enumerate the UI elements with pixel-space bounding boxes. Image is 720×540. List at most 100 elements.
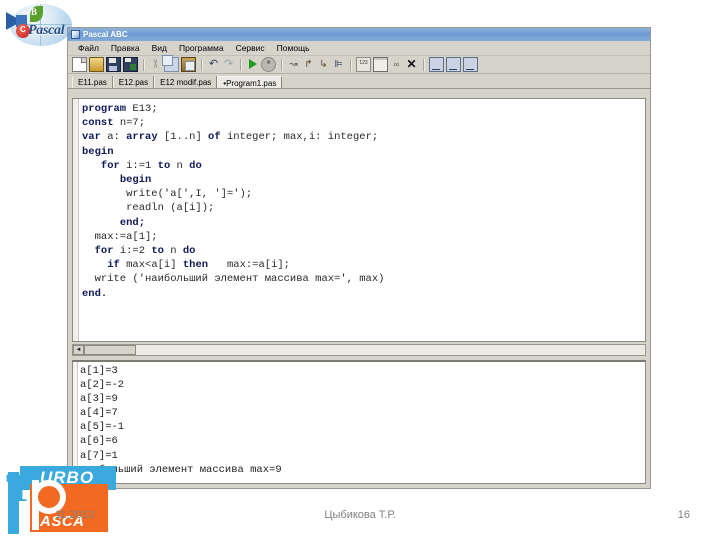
- code-text: write ('наибольший элемент массива max='…: [82, 273, 385, 286]
- editor-gutter: [73, 99, 79, 341]
- code-text: max<a[i]: [126, 259, 183, 272]
- menu-item-view[interactable]: Вид: [146, 44, 173, 53]
- window-title: Pascal ABC: [83, 29, 128, 39]
- menu-item-help[interactable]: Помощь: [271, 44, 316, 53]
- toolbar-separator: [423, 58, 424, 71]
- code-text: E13;: [132, 103, 158, 115]
- menu-bar: Файл Правка Вид Программа Сервис Помощь: [68, 41, 650, 56]
- paste-icon[interactable]: [181, 57, 196, 72]
- bookmark3-icon[interactable]: [463, 57, 478, 72]
- code-keyword: begin: [119, 174, 152, 187]
- breakpoint-icon[interactable]: ⊫: [332, 58, 345, 71]
- menu-item-program[interactable]: Программа: [173, 44, 230, 53]
- code-text: max:=a[i];: [214, 259, 290, 272]
- scroll-left-arrow-icon[interactable]: ◄: [73, 345, 84, 355]
- code-text: write('a[',I, ']=');: [82, 188, 253, 201]
- console-line: a[5]=-1: [80, 421, 125, 434]
- menu-item-service[interactable]: Сервис: [230, 44, 271, 53]
- code-keyword: begin: [82, 145, 114, 158]
- code-text: integer; max,i: integer;: [226, 131, 379, 144]
- menu-item-file[interactable]: Файл: [72, 44, 105, 53]
- stop-icon[interactable]: ■: [261, 57, 276, 72]
- code-editor[interactable]: program E13; const n=7; var a: array [1..n…: [72, 98, 646, 342]
- bookmark1-icon[interactable]: [429, 57, 444, 72]
- copy-icon[interactable]: [162, 55, 179, 72]
- ball-letter: C: [20, 25, 26, 34]
- code-keyword: do: [182, 245, 196, 258]
- code-line: program E13;: [82, 102, 643, 116]
- code-keyword: of: [208, 131, 227, 144]
- console-output: a[1]=3 a[2]=-2 a[3]=9 a[4]=7 a[5]=-1 a[6]=6 a[…: [80, 364, 643, 477]
- editor-tabs: E11.pas E12.pas E12 modif.pas •Program1.…: [68, 74, 650, 89]
- code-line: write ('наибольший элемент массива max='…: [82, 272, 643, 286]
- scrollbar-thumb[interactable]: [84, 345, 136, 355]
- console-line: a[6]=6: [80, 435, 118, 448]
- step-into-icon[interactable]: ↱: [302, 58, 315, 71]
- window-titlebar: Pascal ABC: [68, 28, 650, 41]
- tab-e12modif[interactable]: E12 modif.pas: [154, 76, 218, 88]
- turbo-t-letter: T: [6, 465, 33, 510]
- console-line: a[3]=9: [80, 393, 118, 406]
- code-line: end.: [82, 287, 643, 301]
- code-text: max:=a[1];: [82, 230, 158, 243]
- code-line: const n=7;: [82, 116, 643, 130]
- toolbar-separator: [240, 58, 241, 71]
- code-line: max:=a[1];: [82, 230, 643, 244]
- save-all-icon[interactable]: [123, 57, 138, 72]
- console-line: a[4]=7: [80, 407, 118, 420]
- code-line: for i:=2 to n do: [82, 244, 643, 258]
- code-text: n=7;: [119, 117, 146, 130]
- editor-horizontal-scrollbar[interactable]: ◄: [72, 344, 646, 356]
- output-console[interactable]: a[1]=3 a[2]=-2 a[3]=9 a[4]=7 a[5]=-1 a[6]=6 a[…: [72, 360, 646, 484]
- console-line: a[7]=1: [80, 449, 118, 462]
- undo-icon[interactable]: ↶: [207, 58, 220, 71]
- close-icon[interactable]: ✕: [405, 58, 418, 71]
- leaf-letter: B: [31, 7, 38, 17]
- code-keyword: const: [82, 117, 120, 130]
- open-file-icon[interactable]: [89, 57, 104, 72]
- console-line: a[2]=-2: [80, 379, 125, 392]
- code-keyword: for: [94, 245, 120, 258]
- source-code[interactable]: program E13; const n=7; var a: array [1..n…: [82, 102, 643, 301]
- cut-icon[interactable]: [149, 58, 162, 71]
- code-line: readln (a[i]);: [82, 201, 643, 215]
- toolbar-separator: [143, 58, 144, 71]
- pascal-wordmark: Pascal: [28, 23, 65, 38]
- code-keyword: end;: [119, 216, 146, 229]
- menu-item-edit[interactable]: Правка: [105, 44, 146, 53]
- redo-icon[interactable]: ↷: [222, 58, 235, 71]
- code-keyword: to: [151, 245, 171, 258]
- code-line: var a: array [1..n] of integer; max,i: i…: [82, 130, 643, 144]
- code-line: for i:=1 to n do: [82, 159, 643, 173]
- tab-e11[interactable]: E11.pas: [72, 76, 113, 88]
- step-over-icon[interactable]: ↝: [287, 58, 300, 71]
- code-keyword: var: [82, 131, 108, 144]
- code-keyword: end.: [82, 287, 108, 300]
- new-file-icon[interactable]: [72, 57, 87, 72]
- code-keyword: program: [82, 103, 133, 115]
- code-text: readln (a[i]);: [82, 202, 215, 215]
- code-keyword: array: [126, 131, 164, 144]
- step-out-icon[interactable]: ↳: [317, 58, 330, 71]
- window-icon[interactable]: [373, 57, 388, 72]
- run-icon[interactable]: [246, 58, 259, 71]
- watch-values-icon[interactable]: 123: [356, 57, 371, 72]
- tab-program1[interactable]: •Program1.pas: [217, 76, 283, 88]
- code-keyword: then: [182, 259, 215, 272]
- bookmark2-icon[interactable]: [446, 57, 461, 72]
- slide-footer: 11.2013 Цыбикова Т.Р. 16: [0, 505, 720, 529]
- save-file-icon[interactable]: [106, 57, 121, 72]
- toolbar: ↶ ↷ ■ ↝ ↱ ↳ ⊫ 123 ∞ ✕: [68, 55, 650, 74]
- info-icon[interactable]: ∞: [390, 58, 403, 71]
- pascal-abc-window: Pascal ABC Файл Правка Вид Программа Сер…: [67, 27, 651, 489]
- footer-page-number: 16: [677, 509, 690, 521]
- footer-author: Цыбикова Т.Р.: [324, 509, 396, 521]
- console-line: a[1]=3: [80, 365, 118, 377]
- tab-e12[interactable]: E12.pas: [112, 76, 155, 88]
- toolbar-separator: [201, 58, 202, 71]
- code-keyword: if: [107, 259, 127, 272]
